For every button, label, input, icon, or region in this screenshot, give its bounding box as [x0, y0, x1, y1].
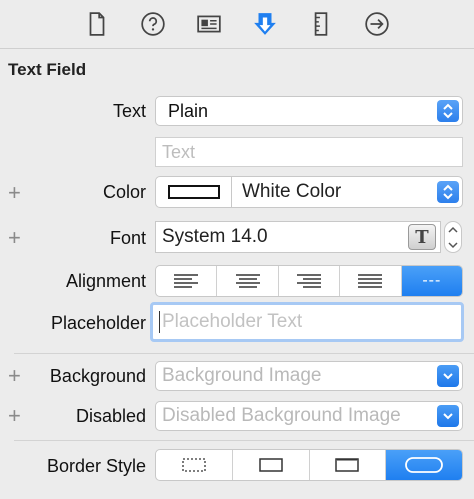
border-line-segment[interactable] — [233, 450, 310, 480]
text-content-field[interactable]: Text — [155, 137, 463, 167]
natural-segment[interactable]: --- — [401, 266, 462, 296]
align-left-icon — [174, 274, 199, 288]
alignment-label: Alignment — [65, 271, 146, 291]
background-label: Background — [49, 366, 146, 386]
border-rounded-icon — [405, 457, 444, 473]
inspector-toolbar — [0, 0, 474, 49]
dropdown-chevron-icon[interactable] — [437, 405, 459, 427]
color-label: Color — [102, 182, 146, 202]
file-icon[interactable] — [83, 10, 111, 38]
natural-glyph: --- — [422, 272, 442, 289]
border-rounded-segment[interactable] — [386, 450, 462, 480]
section-title: Text Field — [8, 60, 87, 79]
chevron-down-icon[interactable] — [448, 241, 458, 249]
font-picker-icon[interactable]: T — [408, 224, 436, 250]
size-ruler-icon[interactable] — [307, 10, 335, 38]
border-line-icon — [258, 458, 283, 472]
text-label: Text — [112, 101, 146, 121]
align-left-segment[interactable] — [156, 266, 218, 296]
color-control: White Color — [155, 176, 463, 208]
border-bezel-segment[interactable] — [310, 450, 387, 480]
border-style-label: Border Style — [46, 456, 146, 476]
justify-icon — [358, 274, 383, 288]
border-style-segmented-control — [155, 449, 463, 481]
border-bezel-icon — [335, 458, 360, 472]
font-size-stepper[interactable] — [444, 221, 462, 253]
color-add-variation-button[interactable]: + — [8, 182, 21, 204]
divider — [14, 353, 474, 354]
align-right-icon — [297, 274, 322, 288]
color-well[interactable] — [155, 176, 231, 208]
connections-arrow-icon[interactable] — [363, 10, 391, 38]
placeholder-field[interactable]: Placeholder Text — [150, 302, 464, 342]
border-none-icon — [182, 458, 206, 472]
border-none-segment[interactable] — [156, 450, 233, 480]
divider — [14, 440, 474, 441]
placeholder-value: Placeholder Text — [162, 311, 303, 332]
background-add-variation-button[interactable]: + — [8, 365, 21, 387]
background-value: Background Image — [162, 365, 322, 386]
popup-stepper-icon — [437, 100, 459, 122]
placeholder-label: Placeholder — [50, 313, 146, 333]
disabled-value: Disabled Background Image — [162, 405, 401, 426]
justify-segment[interactable] — [340, 266, 402, 296]
align-center-icon — [235, 274, 260, 288]
color-popup[interactable]: White Color — [231, 176, 463, 208]
color-value: White Color — [242, 181, 342, 202]
font-value: System 14.0 — [162, 226, 268, 247]
popup-stepper-icon — [437, 181, 459, 203]
text-type-popup[interactable]: Plain — [155, 96, 463, 126]
text-caret — [159, 311, 160, 333]
font-add-variation-button[interactable]: + — [8, 227, 21, 249]
align-center-segment[interactable] — [217, 266, 279, 296]
align-right-segment[interactable] — [279, 266, 341, 296]
help-icon[interactable] — [139, 10, 167, 38]
background-image-combo[interactable]: Background Image — [155, 361, 463, 391]
identity-icon[interactable] — [195, 10, 223, 38]
color-swatch — [167, 185, 220, 199]
disabled-image-combo[interactable]: Disabled Background Image — [155, 401, 463, 431]
chevron-up-icon[interactable] — [448, 226, 458, 234]
disabled-add-variation-button[interactable]: + — [8, 405, 21, 427]
disabled-label: Disabled — [75, 406, 146, 426]
font-label: Font — [109, 228, 146, 248]
font-field[interactable]: System 14.0 — [155, 221, 441, 253]
dropdown-chevron-icon[interactable] — [437, 365, 459, 387]
attributes-icon[interactable] — [251, 10, 279, 38]
text-content-placeholder: Text — [162, 141, 196, 162]
text-type-value: Plain — [168, 100, 209, 121]
alignment-segmented-control: --- — [155, 265, 463, 297]
